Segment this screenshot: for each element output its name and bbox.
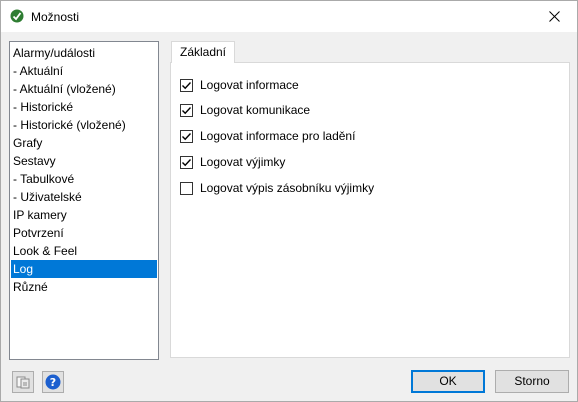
option-log-stack-trace[interactable]: Logovat výpis zásobníku výjimky bbox=[180, 181, 374, 195]
cancel-button[interactable]: Storno bbox=[495, 370, 569, 393]
option-label: Logovat výpis zásobníku výjimky bbox=[200, 181, 375, 195]
option-log-exceptions[interactable]: Logovat výjimky bbox=[180, 155, 285, 169]
category-item-historicke-vlozene[interactable]: - Historické (vložené) bbox=[11, 116, 157, 134]
option-label: Logovat komunikace bbox=[200, 103, 311, 117]
category-item-historicke[interactable]: - Historické bbox=[11, 98, 157, 116]
category-item-look-and-feel[interactable]: Look & Feel bbox=[11, 242, 157, 260]
category-item-aktualni-vlozene[interactable]: - Aktuální (vložené) bbox=[11, 80, 157, 98]
tab-panel: Logovat informace Logovat komunikace Log… bbox=[170, 62, 570, 358]
option-log-communication[interactable]: Logovat komunikace bbox=[180, 103, 310, 117]
checkbox-log-debug-info[interactable] bbox=[180, 129, 193, 143]
checkbox-log-stack-trace[interactable] bbox=[180, 181, 193, 195]
export-settings-button[interactable] bbox=[12, 371, 34, 393]
category-item-uzivatelske[interactable]: - Uživatelské bbox=[11, 188, 157, 206]
category-item-ruzne[interactable]: Různé bbox=[11, 278, 157, 296]
tab-zakladni[interactable]: Základní bbox=[171, 41, 235, 63]
category-item-grafy[interactable]: Grafy bbox=[11, 134, 157, 152]
checkmark-icon bbox=[182, 81, 191, 89]
category-item-log[interactable]: Log bbox=[11, 260, 157, 278]
checkmark-icon bbox=[182, 106, 191, 114]
checkbox-log-communication[interactable] bbox=[180, 103, 193, 117]
option-log-debug-info[interactable]: Logovat informace pro ladění bbox=[180, 129, 355, 143]
option-log-info[interactable]: Logovat informace bbox=[180, 78, 299, 92]
title-bar: Možnosti bbox=[1, 1, 577, 32]
checkmark-icon bbox=[182, 158, 191, 166]
checkmark-icon bbox=[182, 132, 191, 140]
category-item-alarmy[interactable]: Alarmy/události bbox=[11, 44, 157, 62]
ok-button[interactable]: OK bbox=[411, 370, 485, 393]
export-icon bbox=[16, 376, 30, 389]
option-label: Logovat výjimky bbox=[200, 155, 286, 169]
close-icon bbox=[548, 11, 560, 22]
option-label: Logovat informace bbox=[200, 78, 299, 92]
category-list[interactable]: Alarmy/události - Aktuální - Aktuální (v… bbox=[9, 41, 159, 360]
category-item-tabulkove[interactable]: - Tabulkové bbox=[11, 170, 157, 188]
category-item-sestavy[interactable]: Sestavy bbox=[11, 152, 157, 170]
help-icon: ? bbox=[45, 374, 61, 390]
window-title: Možnosti bbox=[31, 10, 80, 24]
svg-text:?: ? bbox=[50, 376, 56, 389]
checkbox-log-info[interactable] bbox=[180, 78, 193, 92]
checkbox-log-exceptions[interactable] bbox=[180, 155, 193, 169]
category-item-aktualni[interactable]: - Aktuální bbox=[11, 62, 157, 80]
category-item-ip-kamery[interactable]: IP kamery bbox=[11, 206, 157, 224]
app-logo-icon bbox=[10, 9, 24, 23]
options-dialog: Možnosti Alarmy/události - Aktuální - Ak… bbox=[0, 0, 578, 402]
category-item-potvrzeni[interactable]: Potvrzení bbox=[11, 224, 157, 242]
option-label: Logovat informace pro ladění bbox=[200, 129, 356, 143]
close-button[interactable] bbox=[531, 1, 577, 32]
help-button[interactable]: ? bbox=[42, 371, 64, 393]
